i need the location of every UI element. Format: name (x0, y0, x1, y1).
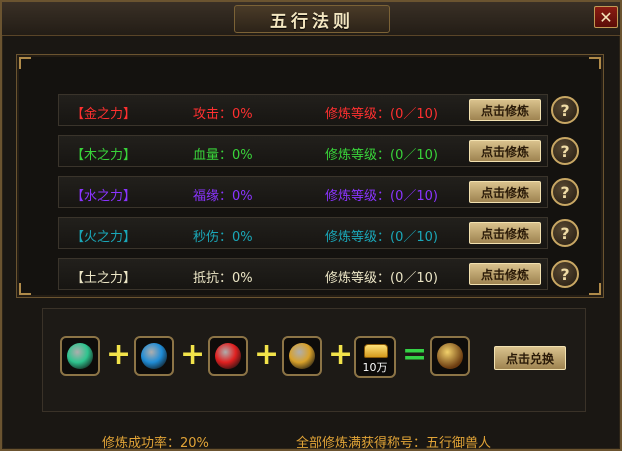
gold-orb-slot[interactable] (282, 336, 322, 376)
help-button-metal[interactable]: ? (551, 96, 579, 124)
title-reward: 全部修炼满获得称号：五行御兽人 (296, 436, 492, 451)
element-level: 修炼等级：(0／10) (325, 189, 438, 204)
gold-ingot-icon (364, 344, 388, 358)
gold-orb-icon (289, 343, 315, 369)
title-plate: 五行法则 (234, 5, 390, 33)
train-button-metal[interactable]: 点击修炼 (469, 99, 541, 121)
close-button[interactable]: ✕ (594, 6, 618, 28)
element-level: 修炼等级：(0／10) (325, 107, 438, 122)
gold-cost-slot: 10万 (354, 336, 396, 378)
red-orb-icon (215, 343, 241, 369)
red-orb-slot[interactable] (208, 336, 248, 376)
beast-orb-icon (437, 343, 463, 369)
corner-ornament (19, 57, 31, 69)
result-orb-slot[interactable] (430, 336, 470, 376)
element-stat: 攻击：0% (193, 107, 253, 122)
blue-orb-icon (141, 343, 167, 369)
plus-icon: + (328, 337, 354, 372)
help-button-fire[interactable]: ? (551, 219, 579, 247)
help-button-wood[interactable]: ? (551, 137, 579, 165)
title-bar: 五行法则 ✕ (2, 2, 620, 36)
element-stat: 抵抗：0% (193, 271, 253, 286)
exchange-button[interactable]: 点击兑换 (494, 346, 566, 370)
blue-orb-slot[interactable] (134, 336, 174, 376)
element-name: 【水之力】 (71, 189, 137, 204)
window-title: 五行法则 (270, 11, 354, 32)
corner-ornament (589, 283, 601, 295)
plus-icon: + (180, 337, 206, 372)
corner-ornament (19, 283, 31, 295)
train-button-fire[interactable]: 点击修炼 (469, 222, 541, 244)
train-button-wood[interactable]: 点击修炼 (469, 140, 541, 162)
green-orb-icon (67, 343, 93, 369)
element-name: 【土之力】 (71, 271, 137, 286)
plus-icon: + (106, 337, 132, 372)
element-row-fire: 【火之力】 秒伤：0% 修炼等级：(0／10) 点击修炼 (58, 217, 548, 249)
element-stat: 血量：0% (193, 148, 253, 163)
element-stat: 秒伤：0% (193, 230, 253, 245)
gold-amount: 10万 (362, 361, 388, 374)
train-button-earth[interactable]: 点击修炼 (469, 263, 541, 285)
element-level: 修炼等级：(0／10) (325, 148, 438, 163)
footer: 修炼成功率：20% 全部修炼满获得称号：五行御兽人 (2, 430, 620, 451)
green-orb-slot[interactable] (60, 336, 100, 376)
element-row-earth: 【土之力】 抵抗：0% 修炼等级：(0／10) 点击修炼 (58, 258, 548, 290)
corner-ornament (589, 57, 601, 69)
five-elements-window: 五行法则 ✕ 【金之力】 攻击：0% 修炼等级：(0／10) 点击修炼 ? 【木… (0, 0, 622, 451)
help-button-earth[interactable]: ? (551, 260, 579, 288)
element-stat: 福缘：0% (193, 189, 253, 204)
train-button-water[interactable]: 点击修炼 (469, 181, 541, 203)
element-row-wood: 【木之力】 血量：0% 修炼等级：(0／10) 点击修炼 (58, 135, 548, 167)
success-rate: 修炼成功率：20% (102, 436, 209, 451)
element-level: 修炼等级：(0／10) (325, 230, 438, 245)
element-name: 【金之力】 (71, 107, 137, 122)
element-level: 修炼等级：(0／10) (325, 271, 438, 286)
equals-icon: = (402, 337, 428, 372)
element-name: 【火之力】 (71, 230, 137, 245)
element-name: 【木之力】 (71, 148, 137, 163)
element-row-metal: 【金之力】 攻击：0% 修炼等级：(0／10) 点击修炼 (58, 94, 548, 126)
plus-icon: + (254, 337, 280, 372)
element-row-water: 【水之力】 福缘：0% 修炼等级：(0／10) 点击修炼 (58, 176, 548, 208)
help-button-water[interactable]: ? (551, 178, 579, 206)
